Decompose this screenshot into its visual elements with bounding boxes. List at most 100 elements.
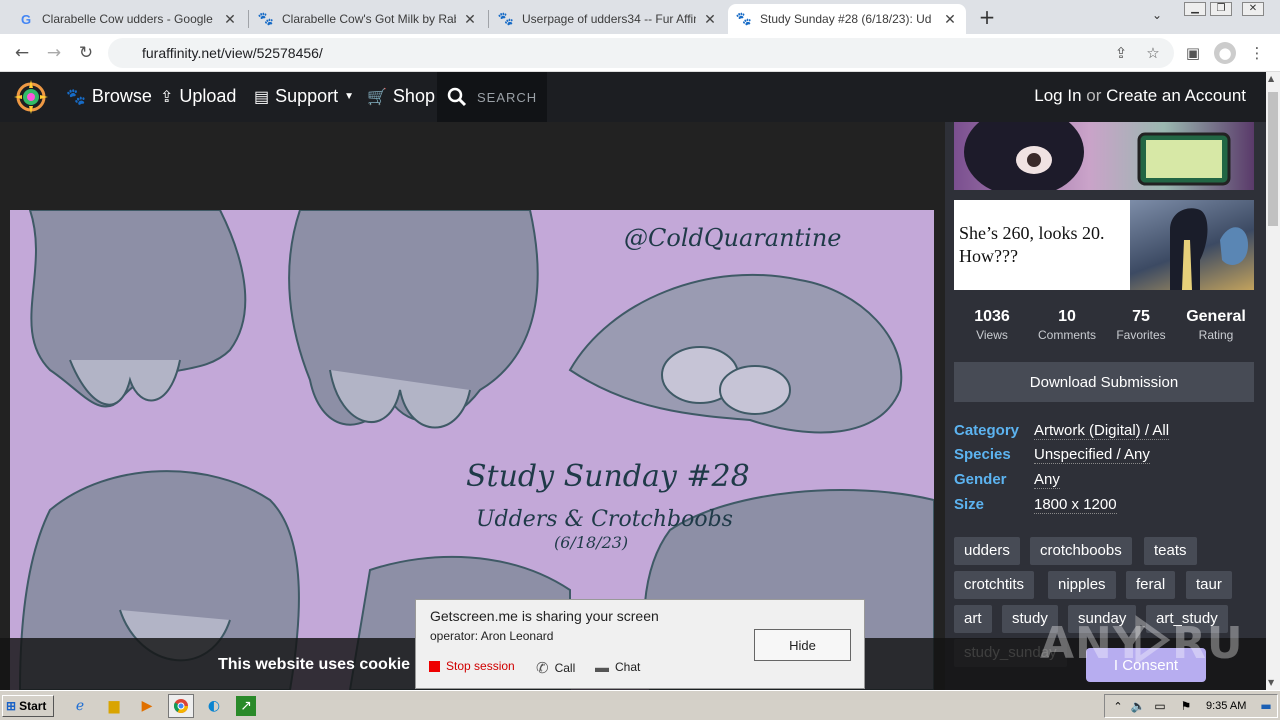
tag-chip[interactable]: taur	[1186, 571, 1232, 599]
ie-icon[interactable]: ℯ	[70, 696, 90, 716]
paw-icon: 🐾	[257, 11, 275, 26]
or-text: or	[1086, 86, 1102, 105]
stop-session-label: Stop session	[446, 659, 515, 673]
back-arrow-icon[interactable]: ←	[10, 42, 34, 64]
tag-chip[interactable]: udders	[954, 537, 1020, 565]
new-tab-button[interactable]: +	[976, 6, 998, 28]
auth-links: Log In or Create an Account	[1034, 86, 1246, 106]
chat-label: Chat	[615, 660, 641, 674]
stat-label: Favorites	[1116, 328, 1166, 342]
nav-support[interactable]: ▤ Support ▼	[254, 86, 354, 107]
info-key: Species	[954, 446, 1011, 463]
tab-title: Clarabelle Cow udders - Google Sear	[42, 12, 216, 26]
close-window-button[interactable]: ✕	[1242, 2, 1264, 16]
chat-button[interactable]: ▬ Chat	[595, 659, 640, 675]
tab-study-sunday[interactable]: 🐾 Study Sunday #28 (6/18/23): Ud ✕	[728, 4, 966, 34]
svg-text:RUN: RUN	[1172, 618, 1240, 669]
info-value-link[interactable]: Any	[1034, 471, 1060, 489]
nav-browse-label: Browse	[91, 86, 152, 106]
nav-support-label: Support	[275, 86, 339, 106]
tab-clarabelle-got-milk[interactable]: 🐾 Clarabelle Cow's Got Milk by Rabid -- …	[250, 4, 486, 34]
folder-icon[interactable]: ▆	[104, 696, 124, 716]
paw-icon: 🐾	[66, 88, 86, 106]
scrollbar-thumb[interactable]	[1268, 92, 1278, 226]
tag-chip[interactable]: crotchboobs	[1030, 537, 1132, 565]
create-account-link[interactable]: Create an Account	[1106, 86, 1246, 105]
hide-button[interactable]: Hide	[754, 629, 851, 661]
watermark-logo: ANY RUN	[1040, 610, 1280, 681]
edge-icon[interactable]: ◐	[204, 696, 224, 716]
nav-browse[interactable]: 🐾 Browse	[66, 86, 152, 107]
minimize-button[interactable]: ▁	[1184, 2, 1206, 16]
close-icon[interactable]: ✕	[222, 11, 238, 28]
chevron-down-icon[interactable]: ⌄	[1152, 8, 1162, 22]
stat-favorites: 75 Favorites	[1112, 308, 1170, 342]
maximize-button[interactable]: ❐	[1210, 2, 1232, 16]
tray-expand-icon[interactable]: ⌃	[1108, 696, 1128, 716]
tab-title: Userpage of udders34 -- Fur Affinity [	[522, 12, 696, 26]
start-button[interactable]: ⊞ Start	[2, 695, 54, 717]
search-label: SEARCH	[477, 89, 538, 105]
star-icon[interactable]: ☆	[1142, 42, 1164, 64]
call-button[interactable]: ✆ Call	[536, 659, 575, 677]
search-icon	[447, 87, 467, 107]
login-link[interactable]: Log In	[1034, 86, 1081, 105]
chat-icon: ▬	[595, 659, 609, 675]
stat-label: Comments	[1037, 328, 1096, 342]
ad-character-image[interactable]	[1130, 200, 1254, 290]
tag-chip[interactable]: teats	[1144, 537, 1197, 565]
media-player-icon[interactable]: ▶	[137, 696, 157, 716]
reload-icon[interactable]: ↻	[74, 42, 98, 64]
ad-text[interactable]: She’s 260, looks 20. How???	[959, 222, 1129, 268]
chrome-taskbar-icon[interactable]	[168, 694, 194, 718]
stat-value: 1036	[974, 308, 1010, 325]
tag-chip[interactable]: art	[954, 605, 992, 633]
network-icon[interactable]: ▭	[1150, 696, 1170, 716]
app-icon[interactable]: ↗	[236, 696, 256, 716]
tab-title: Study Sunday #28 (6/18/23): Ud	[760, 12, 932, 26]
info-value-link[interactable]: Unspecified / Any	[1034, 446, 1150, 464]
profile-icon[interactable]: ●	[1214, 42, 1236, 64]
tab-google-search[interactable]: G Clarabelle Cow udders - Google Sear ✕	[10, 4, 246, 34]
download-submission-button[interactable]: Download Submission	[954, 362, 1254, 402]
info-value-link[interactable]: Artwork (Digital) / All	[1034, 422, 1170, 440]
ticket-icon: ▤	[254, 88, 270, 106]
tab-userpage[interactable]: 🐾 Userpage of udders34 -- Fur Affinity […	[490, 4, 726, 34]
stat-comments: 10 Comments	[1034, 308, 1100, 342]
forward-arrow-icon[interactable]: →	[42, 42, 66, 64]
tag-chip[interactable]: nipples	[1048, 571, 1116, 599]
getscreen-title: Getscreen.me is sharing your screen	[430, 608, 659, 624]
paw-icon: 🐾	[735, 11, 753, 26]
share-icon[interactable]: ⇪	[1110, 42, 1132, 64]
browser-tab-bar: G Clarabelle Cow udders - Google Sear ✕ …	[0, 0, 1280, 34]
stop-session-button[interactable]: Stop session	[429, 659, 515, 673]
url-text[interactable]: furaffinity.net/view/52578456/	[142, 45, 323, 61]
security-flag-icon[interactable]: ⚑	[1176, 696, 1196, 716]
nav-shop-label: Shop	[392, 86, 435, 106]
volume-icon[interactable]: 🔈	[1128, 696, 1148, 716]
search-button[interactable]: SEARCH	[437, 72, 547, 122]
tag-chip[interactable]: feral	[1126, 571, 1176, 599]
close-icon[interactable]: ✕	[702, 11, 718, 28]
scroll-down-icon[interactable]: ▼	[1268, 678, 1274, 687]
nav-upload-label: Upload	[179, 86, 237, 106]
paw-icon: 🐾	[497, 11, 515, 26]
sidepanel-icon[interactable]: ▣	[1182, 42, 1204, 64]
cookie-banner-text: This website uses cookie	[218, 656, 411, 673]
info-value: 1800 x 1200	[1034, 496, 1117, 514]
tag-chip[interactable]: crotchtits	[954, 571, 1035, 599]
nav-shop[interactable]: 🛒 Shop	[367, 86, 435, 107]
artwork-title-line1: Study Sunday #28	[466, 459, 750, 494]
tab-title: Clarabelle Cow's Got Milk by Rabid --	[282, 12, 456, 26]
nav-upload[interactable]: ⇪ Upload	[160, 86, 236, 107]
google-icon: G	[20, 11, 32, 27]
stat-value: General	[1186, 308, 1246, 325]
banner-ad-image[interactable]	[954, 122, 1254, 190]
site-logo-icon[interactable]	[14, 80, 48, 114]
kebab-menu-icon[interactable]: ⋮	[1246, 42, 1268, 64]
close-icon[interactable]: ✕	[462, 11, 478, 28]
scroll-up-icon[interactable]: ▲	[1268, 74, 1274, 83]
close-icon[interactable]: ✕	[942, 11, 958, 28]
show-desktop-icon[interactable]: ▬	[1256, 696, 1276, 716]
info-key: Category	[954, 422, 1020, 439]
